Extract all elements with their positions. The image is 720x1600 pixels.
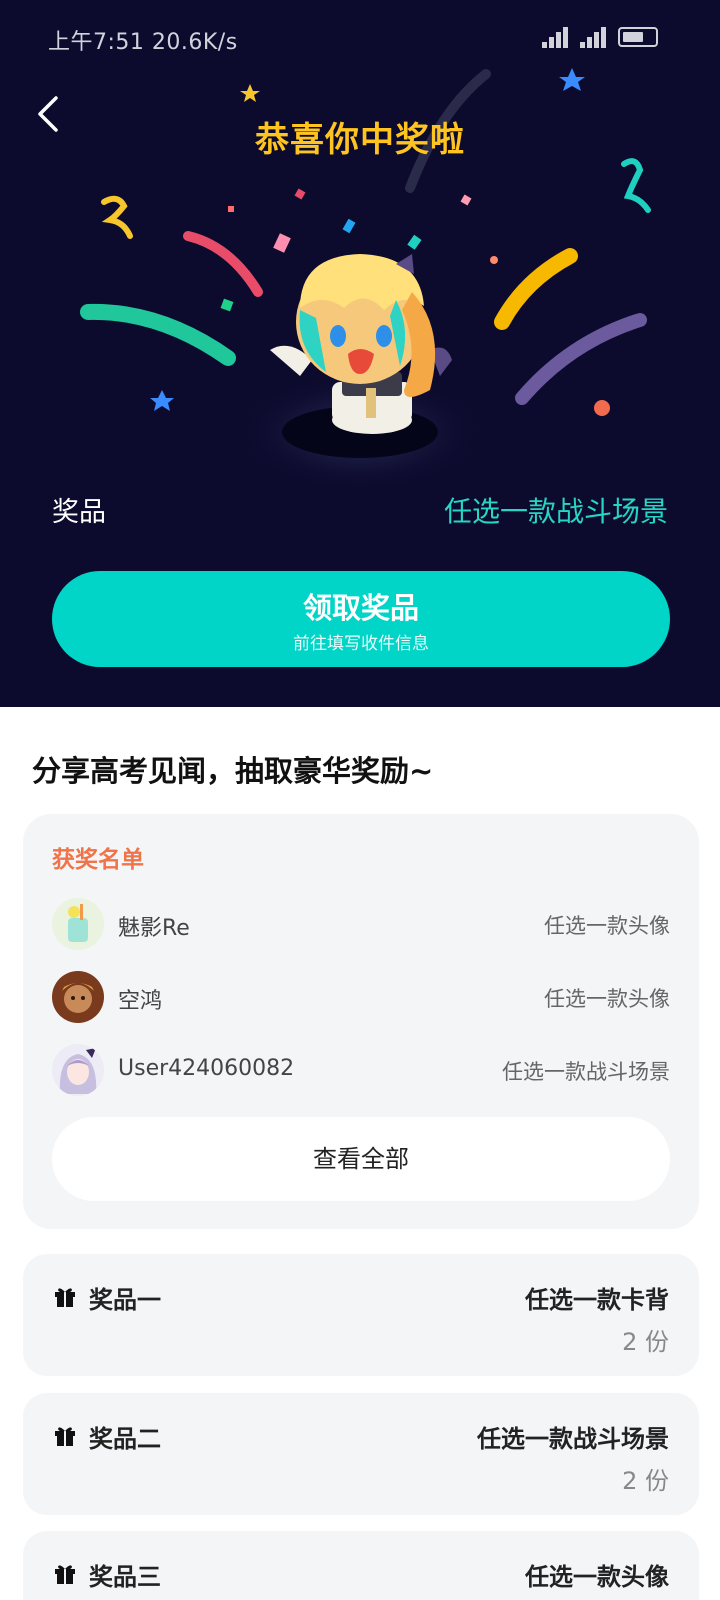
hero-title: 恭喜你中奖啦 [255, 120, 465, 160]
prize-card: 奖品二 任选一款战斗场景 2 份 [23, 1393, 699, 1515]
winner-name: 空鸿 [118, 989, 163, 1014]
winner-prize: 任选一款头像 [544, 987, 670, 1011]
winners-card: 获奖名单 魅影Re 任选一款头像 空鸿 任选一款头像 User424060082… [23, 814, 699, 1229]
winner-row: User424060082 任选一款战斗场景 [52, 1044, 670, 1100]
drink-avatar [52, 898, 104, 950]
winner-row: 空鸿 任选一款头像 [52, 971, 670, 1027]
status-icons [542, 26, 658, 48]
view-all-button[interactable]: 查看全部 [52, 1117, 670, 1201]
prize-name: 奖品三 [89, 1563, 161, 1591]
prize-label: 奖品 [52, 497, 106, 528]
signal-icon [542, 26, 570, 48]
gift-icon [55, 1427, 75, 1446]
prize-name: 奖品二 [89, 1425, 161, 1453]
gift-icon [55, 1565, 75, 1584]
section-title: 分享高考见闻，抽取豪华奖励~ [32, 754, 434, 788]
anime-girl-avatar [52, 1044, 104, 1096]
hero-banner: 上午7:51 20.6K/s 恭喜你中奖啦 奖品 任选一款战斗场景 领取奖品 前… [0, 0, 720, 707]
prize-qty: 2 份 [622, 1328, 669, 1356]
prize-name: 奖品一 [89, 1286, 161, 1314]
status-bar: 上午7:51 20.6K/s [0, 18, 720, 62]
winner-prize: 任选一款头像 [544, 914, 670, 938]
winner-row: 魅影Re 任选一款头像 [52, 898, 670, 954]
prize-card: 奖品一 任选一款卡背 2 份 [23, 1254, 699, 1376]
prize-card: 奖品三 任选一款头像 [23, 1531, 699, 1600]
claim-prize-button[interactable]: 领取奖品 前往填写收件信息 [52, 571, 670, 667]
prize-desc: 任选一款头像 [525, 1563, 669, 1591]
battery-icon [618, 27, 658, 47]
warrior-avatar [52, 971, 104, 1023]
prize-desc: 任选一款战斗场景 [477, 1425, 669, 1453]
signal-icon [580, 26, 608, 48]
winner-name: 魅影Re [118, 916, 190, 941]
claim-button-subtitle: 前往填写收件信息 [293, 634, 429, 654]
prize-desc: 任选一款卡背 [525, 1286, 669, 1314]
prize-qty: 2 份 [622, 1467, 669, 1495]
status-time: 上午7:51 20.6K/s [48, 30, 238, 55]
winner-prize: 任选一款战斗场景 [502, 1060, 670, 1084]
prize-value: 任选一款战斗场景 [443, 495, 668, 528]
gift-icon [55, 1288, 75, 1307]
winners-heading: 获奖名单 [52, 847, 144, 873]
winner-name: User424060082 [118, 1056, 295, 1081]
claim-button-title: 领取奖品 [302, 591, 419, 625]
